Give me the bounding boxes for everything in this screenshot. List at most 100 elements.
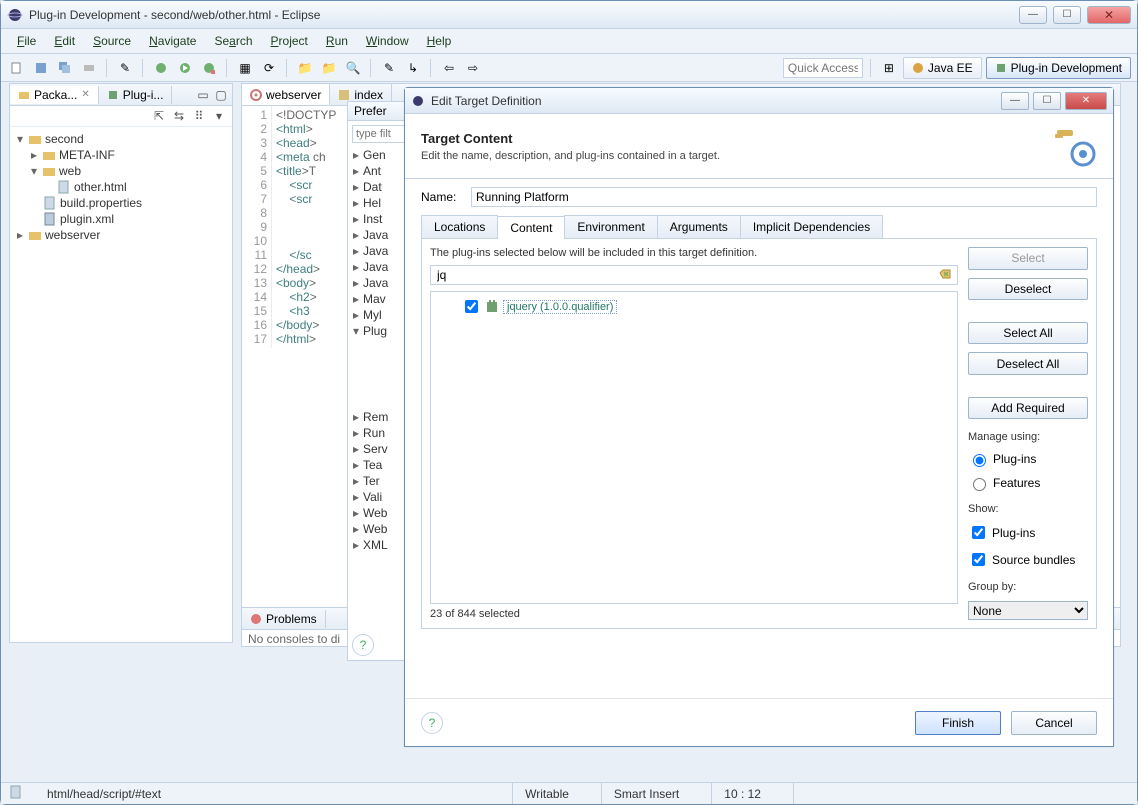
dialog-help-icon[interactable]: ? <box>421 712 443 734</box>
clear-filter-icon[interactable] <box>939 268 953 282</box>
tab-problems[interactable]: Problems <box>242 610 326 628</box>
menu-project[interactable]: Project <box>263 32 316 50</box>
save-button[interactable] <box>31 58 51 78</box>
forward-button[interactable]: ⇨ <box>463 58 483 78</box>
dialog-header-title: Target Content <box>421 131 1053 146</box>
filter-icon[interactable]: ⠿ <box>192 109 206 123</box>
plugin-icon <box>107 89 119 101</box>
menu-edit[interactable]: Edit <box>46 32 83 50</box>
finish-button[interactable]: Finish <box>915 711 1001 735</box>
perspective-plugin-dev[interactable]: Plug-in Development <box>986 57 1131 79</box>
open-type-button[interactable]: 📁 <box>295 58 315 78</box>
tab-label: Plug-i... <box>123 88 164 102</box>
window-title: Plug-in Development - second/web/other.h… <box>29 8 1019 22</box>
tree-metainf[interactable]: ▸META-INF <box>12 147 230 163</box>
checkbox-show-source[interactable] <box>972 553 985 566</box>
history-button[interactable]: ⟳ <box>259 58 279 78</box>
tab-environment[interactable]: Environment <box>564 215 657 238</box>
dialog-header: Target Content Edit the name, descriptio… <box>405 114 1113 179</box>
radio-features[interactable] <box>973 478 986 491</box>
print-button[interactable] <box>79 58 99 78</box>
html-icon <box>338 89 350 101</box>
collapse-all-icon[interactable]: ⇱ <box>152 109 166 123</box>
save-all-button[interactable] <box>55 58 75 78</box>
tab-package-explorer[interactable]: Packa... ✕ <box>10 86 99 104</box>
target-icon <box>250 89 262 101</box>
name-label: Name: <box>421 190 461 204</box>
group-by-select[interactable]: None <box>968 601 1088 620</box>
group-by-label: Group by: <box>968 581 1088 593</box>
dialog-titlebar: Edit Target Definition — ☐ ✕ <box>405 88 1113 114</box>
deselect-button[interactable]: Deselect <box>968 278 1088 301</box>
tab-label: Problems <box>266 612 317 626</box>
plugin-checkbox[interactable] <box>465 300 478 313</box>
help-icon[interactable]: ? <box>352 634 374 656</box>
tree-plugin-xml[interactable]: plugin.xml <box>12 211 230 227</box>
menu-search[interactable]: Search <box>206 32 260 50</box>
debug-button[interactable] <box>151 58 171 78</box>
perspective-javaee[interactable]: Java EE <box>903 57 982 79</box>
new-button[interactable] <box>7 58 27 78</box>
editor-tab-webserver[interactable]: webserver <box>242 84 330 105</box>
radio-plugins[interactable] <box>973 454 986 467</box>
maximize-view-icon[interactable]: ▢ <box>214 88 228 102</box>
run-ext-button[interactable] <box>199 58 219 78</box>
menu-source[interactable]: Source <box>85 32 139 50</box>
tree-other-html[interactable]: other.html <box>12 179 230 195</box>
menu-navigate[interactable]: Navigate <box>141 32 204 50</box>
quick-access-input[interactable] <box>783 58 863 78</box>
editor-code[interactable]: <!DOCTYP<html><head><meta ch<title>T <sc… <box>272 106 340 348</box>
tree-project-second[interactable]: ▾second <box>12 131 230 147</box>
minimize-button[interactable]: — <box>1019 6 1047 24</box>
plugin-row-jquery[interactable]: jquery (1.0.0.qualifier) <box>435 296 953 317</box>
plugin-desc: The plug-ins selected below will be incl… <box>430 247 958 259</box>
next-annotation-button[interactable]: ↳ <box>403 58 423 78</box>
back-button[interactable]: ⇦ <box>439 58 459 78</box>
dialog-close-button[interactable]: ✕ <box>1065 92 1107 110</box>
manage-using-label: Manage using: <box>968 431 1088 443</box>
tab-plugins[interactable]: Plug-i... <box>99 86 173 104</box>
name-input[interactable] <box>471 187 1097 207</box>
tab-implicit-deps[interactable]: Implicit Dependencies <box>740 215 883 238</box>
tab-arguments[interactable]: Arguments <box>657 215 741 238</box>
tab-label: Packa... <box>34 88 77 102</box>
new-plugin-button[interactable]: ▦ <box>235 58 255 78</box>
plugin-filter-input[interactable] <box>435 267 939 283</box>
tree-project-webserver[interactable]: ▸webserver <box>12 227 230 243</box>
select-button[interactable]: Select <box>968 247 1088 270</box>
wand-icon[interactable]: ✎ <box>115 58 135 78</box>
open-task-button[interactable]: 📁 <box>319 58 339 78</box>
run-button[interactable] <box>175 58 195 78</box>
select-all-button[interactable]: Select All <box>968 322 1088 345</box>
menu-file[interactable]: File <box>9 32 44 50</box>
menu-run[interactable]: Run <box>318 32 356 50</box>
package-icon <box>18 89 30 101</box>
plugin-list[interactable]: jquery (1.0.0.qualifier) <box>430 291 958 604</box>
menu-window[interactable]: Window <box>358 32 417 50</box>
open-perspective-button[interactable]: ⊞ <box>879 58 899 78</box>
checkbox-show-plugins[interactable] <box>972 526 985 539</box>
dialog-minimize-button[interactable]: — <box>1001 92 1029 110</box>
cancel-button[interactable]: Cancel <box>1011 711 1097 735</box>
tree-web[interactable]: ▾web <box>12 163 230 179</box>
tab-locations[interactable]: Locations <box>421 215 498 238</box>
menu-help[interactable]: Help <box>419 32 460 50</box>
annotation-button[interactable]: ✎ <box>379 58 399 78</box>
show-label: Show: <box>968 503 1088 515</box>
link-editor-icon[interactable]: ⇆ <box>172 109 186 123</box>
add-required-button[interactable]: Add Required <box>968 397 1088 420</box>
maximize-button[interactable]: ☐ <box>1053 6 1081 24</box>
tab-close-icon[interactable]: ✕ <box>81 89 89 100</box>
preferences-filter[interactable] <box>352 125 412 143</box>
eclipse-window: Plug-in Development - second/web/other.h… <box>0 0 1138 805</box>
status-cursor: 10 : 12 <box>711 783 773 804</box>
minimize-view-icon[interactable]: ▭ <box>196 88 210 102</box>
radio-plugins-label: Plug-ins <box>993 452 1036 466</box>
close-button[interactable]: ✕ <box>1087 6 1131 24</box>
view-menu-icon[interactable]: ▾ <box>212 109 226 123</box>
search-button[interactable]: 🔍 <box>343 58 363 78</box>
deselect-all-button[interactable]: Deselect All <box>968 352 1088 375</box>
tree-build-properties[interactable]: build.properties <box>12 195 230 211</box>
dialog-maximize-button[interactable]: ☐ <box>1033 92 1061 110</box>
tab-content[interactable]: Content <box>497 216 565 239</box>
